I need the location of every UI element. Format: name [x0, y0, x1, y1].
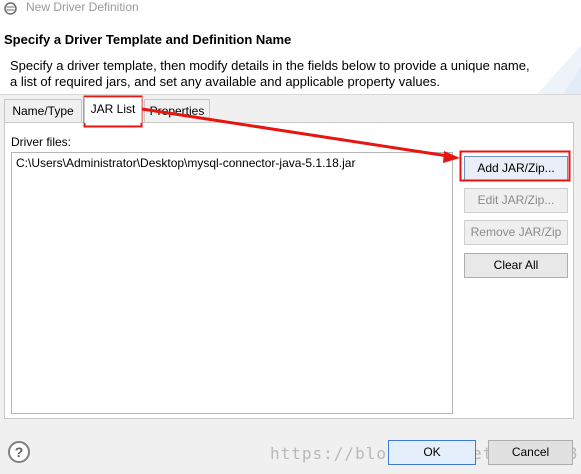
title-bar: New Driver Definition [0, 0, 581, 18]
driver-files-label: Driver files: [11, 135, 72, 149]
remove-jar-button[interactable]: Remove JAR/Zip [464, 220, 568, 245]
driver-files-list[interactable]: C:\Users\Administrator\Desktop\mysql-con… [11, 152, 453, 414]
header-decoration [537, 45, 581, 94]
page-description: Specify a driver template, then modify d… [10, 58, 530, 89]
wizard-header: Specify a Driver Template and Definition… [0, 18, 581, 95]
window-title: New Driver Definition [26, 0, 139, 14]
eclipse-icon [4, 2, 17, 15]
list-item[interactable]: C:\Users\Administrator\Desktop\mysql-con… [16, 156, 355, 170]
tab-name-type[interactable]: Name/Type [4, 99, 82, 122]
edit-jar-button[interactable]: Edit JAR/Zip... [464, 188, 568, 213]
tab-properties[interactable]: Properties [144, 99, 210, 122]
add-jar-button[interactable]: Add JAR/Zip... [464, 156, 568, 181]
jar-list-panel: Driver files: C:\Users\Administrator\Des… [4, 122, 574, 419]
page-title: Specify a Driver Template and Definition… [4, 32, 292, 47]
dialog-footer: ? https://blog.csdn.net/li...08 OK Cance… [0, 420, 581, 474]
cancel-button[interactable]: Cancel [488, 440, 573, 465]
ok-button[interactable]: OK [388, 440, 476, 465]
help-icon[interactable]: ? [8, 441, 30, 463]
tab-jar-list[interactable]: JAR List [84, 97, 142, 123]
clear-all-button[interactable]: Clear All [464, 253, 568, 278]
